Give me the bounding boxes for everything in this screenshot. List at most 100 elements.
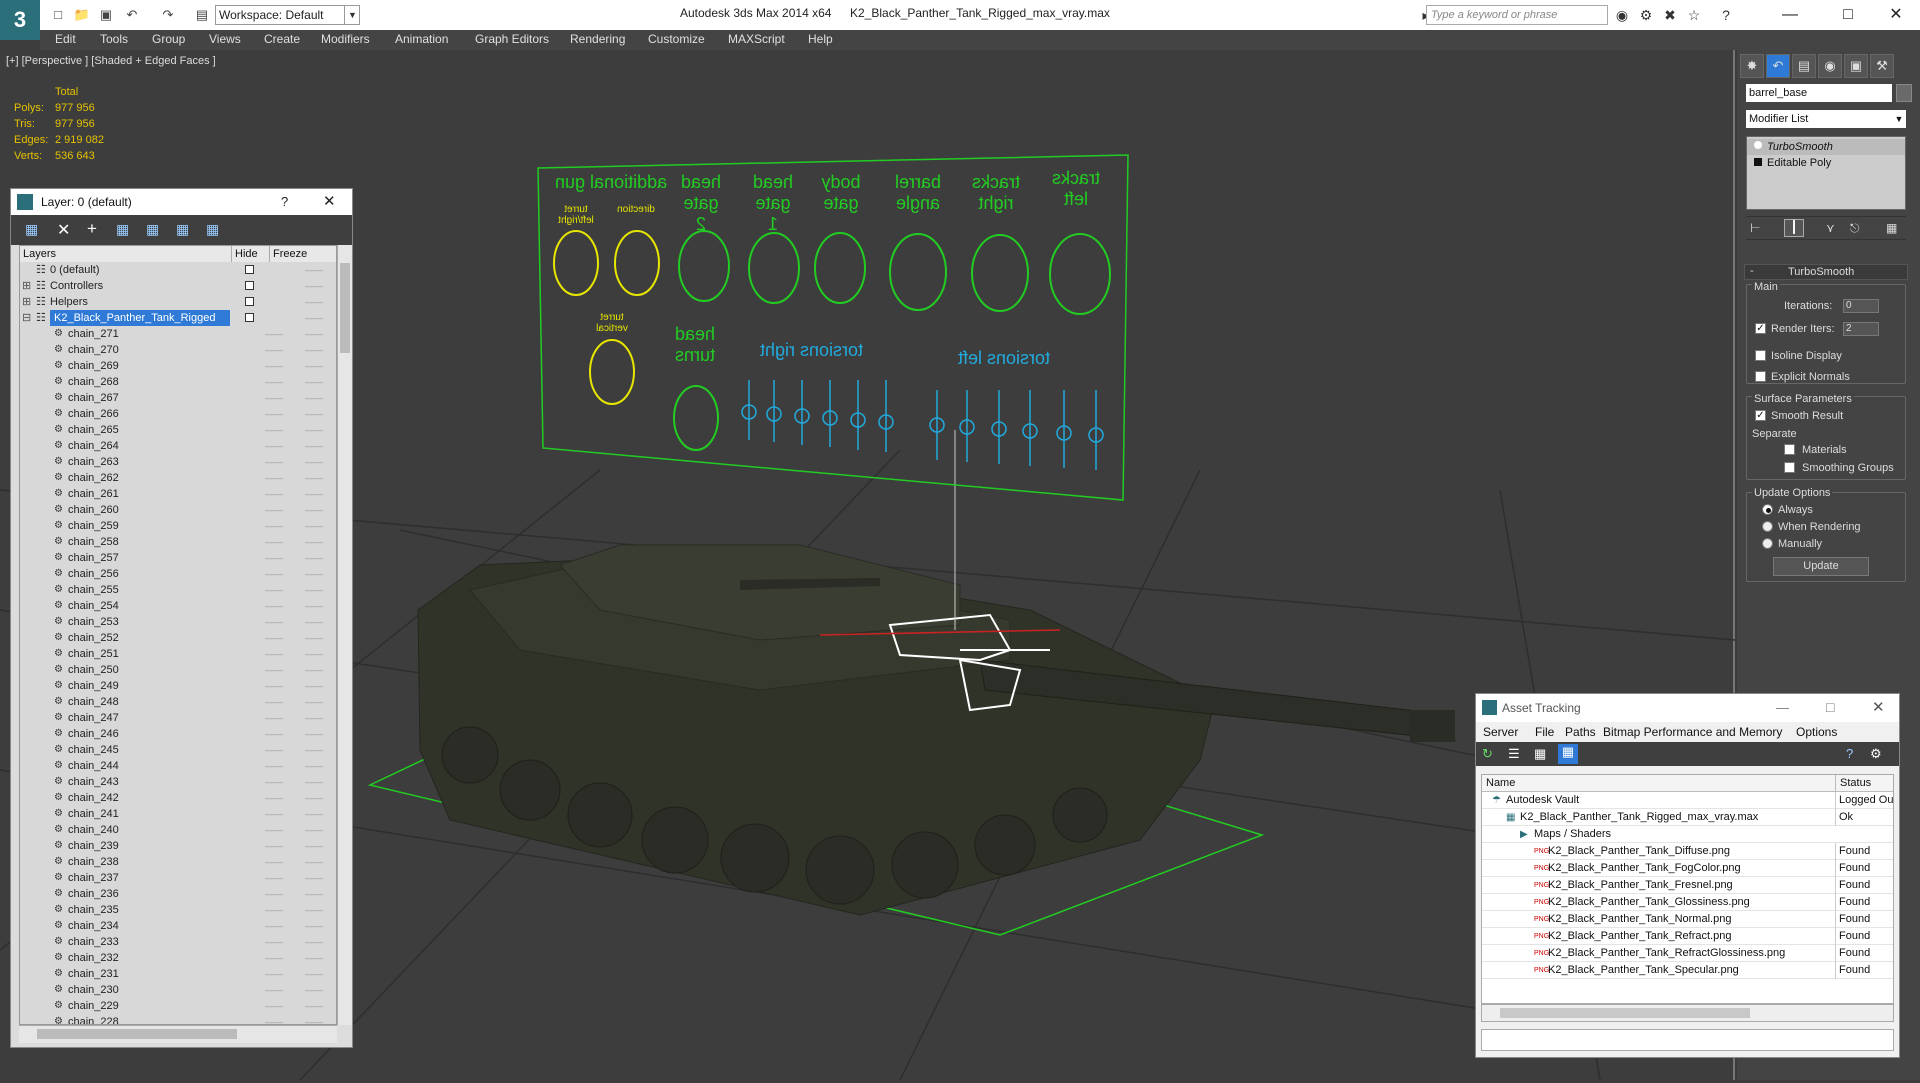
layer-row[interactable]: ⚙ chain_257 —— —— bbox=[20, 550, 336, 566]
hide-toggle[interactable]: —— bbox=[265, 934, 283, 950]
render-iters-spinner[interactable]: 2 bbox=[1843, 322, 1879, 336]
freeze-toggle[interactable]: —— bbox=[305, 374, 323, 390]
object-color-swatch[interactable] bbox=[1896, 84, 1912, 102]
hide-toggle[interactable]: —— bbox=[265, 790, 283, 806]
layer-name[interactable]: Controllers bbox=[50, 278, 103, 294]
layer-row[interactable]: ⚙ chain_237 —— —— bbox=[20, 870, 336, 886]
object-name[interactable]: chain_238 bbox=[68, 854, 119, 870]
freeze-toggle[interactable]: —— bbox=[305, 438, 323, 454]
layer-row[interactable]: ⊟ ☷ K2_Black_Panther_Tank_Rigged —— bbox=[20, 310, 336, 326]
layer-row[interactable]: ⚙ chain_269 —— —— bbox=[20, 358, 336, 374]
show-end-result-icon[interactable]: ┃ bbox=[1784, 219, 1804, 237]
hide-toggle[interactable]: —— bbox=[265, 470, 283, 486]
stack-item-editable-poly[interactable]: Editable Poly bbox=[1747, 155, 1905, 171]
freeze-toggle[interactable]: —— bbox=[305, 726, 323, 742]
object-name[interactable]: chain_236 bbox=[68, 886, 119, 902]
display-tab-icon[interactable]: ▣ bbox=[1844, 54, 1868, 78]
object-name[interactable]: chain_245 bbox=[68, 742, 119, 758]
freeze-toggle[interactable]: —— bbox=[305, 870, 323, 886]
asset-help-icon[interactable]: ? bbox=[1846, 746, 1853, 761]
delete-layer-icon[interactable]: ✕ bbox=[57, 220, 70, 240]
object-name[interactable]: chain_261 bbox=[68, 486, 119, 502]
freeze-toggle[interactable]: —— bbox=[305, 582, 323, 598]
freeze-toggle[interactable]: —— bbox=[305, 790, 323, 806]
asset-name[interactable]: K2_Black_Panther_Tank_Glossiness.png bbox=[1548, 894, 1750, 911]
redo-icon[interactable]: ↷ bbox=[158, 6, 178, 24]
object-name[interactable]: chain_256 bbox=[68, 566, 119, 582]
asset-tracking-title[interactable]: Asset Tracking bbox=[1476, 694, 1899, 722]
column-hide[interactable]: Hide bbox=[232, 246, 270, 262]
layer-name[interactable]: 0 (default) bbox=[50, 262, 100, 278]
layer-row[interactable]: ⚙ chain_256 —— —— bbox=[20, 566, 336, 582]
motion-tab-icon[interactable]: ◉ bbox=[1818, 54, 1842, 78]
object-name[interactable]: chain_269 bbox=[68, 358, 119, 374]
freeze-toggle[interactable]: —— bbox=[305, 486, 323, 502]
hide-toggle[interactable]: —— bbox=[265, 550, 283, 566]
layer-horizontal-scrollbar[interactable] bbox=[19, 1025, 337, 1043]
layer-row[interactable]: ⚙ chain_261 —— —— bbox=[20, 486, 336, 502]
object-name[interactable]: chain_271 bbox=[68, 326, 119, 342]
asset-row[interactable]: PNG K2_Black_Panther_Tank_RefractGlossine… bbox=[1482, 945, 1893, 962]
list-view-icon[interactable]: ☰ bbox=[1508, 746, 1520, 762]
modifier-list-dropdown[interactable]: Modifier List bbox=[1746, 110, 1906, 128]
asset-minimize-button[interactable]: — bbox=[1776, 700, 1789, 715]
rollout-minus-icon[interactable]: - bbox=[1750, 265, 1754, 277]
layer-row[interactable]: ☷ 0 (default) —— bbox=[20, 262, 336, 278]
freeze-toggle[interactable]: —— bbox=[305, 886, 323, 902]
asset-row[interactable]: ▦ K2_Black_Panther_Tank_Rigged_max_vray.m… bbox=[1482, 809, 1893, 826]
freeze-toggle[interactable]: —— bbox=[305, 998, 323, 1014]
menu-maxscript[interactable]: MAXScript bbox=[728, 32, 785, 46]
hide-toggle[interactable]: —— bbox=[265, 486, 283, 502]
hide-toggle[interactable]: —— bbox=[265, 518, 283, 534]
freeze-toggle[interactable]: —— bbox=[305, 774, 323, 790]
freeze-toggle[interactable]: —— bbox=[305, 534, 323, 550]
freeze-toggle[interactable]: —— bbox=[305, 1014, 323, 1024]
object-name[interactable]: chain_251 bbox=[68, 646, 119, 662]
layer-row[interactable]: ⚙ chain_236 —— —— bbox=[20, 886, 336, 902]
manually-radio[interactable] bbox=[1762, 538, 1773, 549]
menu-group[interactable]: Group bbox=[152, 32, 185, 46]
save-icon[interactable]: ▣ bbox=[96, 6, 116, 24]
expand-icon[interactable]: ⊟ bbox=[22, 310, 31, 326]
layer-row[interactable]: ⚙ chain_231 —— —— bbox=[20, 966, 336, 982]
hide-toggle[interactable]: —— bbox=[265, 678, 283, 694]
freeze-toggle[interactable]: —— bbox=[305, 326, 323, 342]
freeze-toggle[interactable]: —— bbox=[305, 854, 323, 870]
asset-name[interactable]: K2_Black_Panther_Tank_FogColor.png bbox=[1548, 860, 1741, 877]
object-name[interactable]: chain_235 bbox=[68, 902, 119, 918]
layer-row[interactable]: ⚙ chain_260 —— —— bbox=[20, 502, 336, 518]
hide-toggle[interactable]: —— bbox=[265, 646, 283, 662]
object-name[interactable]: chain_266 bbox=[68, 406, 119, 422]
layer-row[interactable]: ⚙ chain_266 —— —— bbox=[20, 406, 336, 422]
layer-row[interactable]: ⚙ chain_245 —— —— bbox=[20, 742, 336, 758]
hide-toggle[interactable]: —— bbox=[265, 822, 283, 838]
freeze-toggle[interactable]: —— bbox=[305, 662, 323, 678]
object-name[interactable]: chain_232 bbox=[68, 950, 119, 966]
object-name[interactable]: chain_255 bbox=[68, 582, 119, 598]
asset-menu-paths[interactable]: Paths bbox=[1565, 725, 1596, 739]
select-objects-icon[interactable]: ▦ bbox=[116, 221, 129, 238]
layer-row[interactable]: ⚙ chain_244 —— —— bbox=[20, 758, 336, 774]
asset-name[interactable]: Autodesk Vault bbox=[1506, 792, 1579, 809]
hide-toggle[interactable]: —— bbox=[265, 742, 283, 758]
hide-toggle[interactable]: —— bbox=[265, 710, 283, 726]
hide-toggle[interactable] bbox=[245, 281, 254, 290]
iterations-spinner[interactable]: 0 bbox=[1843, 299, 1879, 313]
layer-panel-help-button[interactable]: ? bbox=[281, 194, 288, 209]
binoculars-icon[interactable]: ◉ bbox=[1612, 6, 1632, 24]
highlight-layer-icon[interactable]: ▦ bbox=[146, 221, 159, 238]
layer-panel-close-icon[interactable]: ✕ bbox=[323, 192, 336, 210]
object-name[interactable]: chain_239 bbox=[68, 838, 119, 854]
object-name[interactable]: chain_229 bbox=[68, 998, 119, 1014]
layer-row[interactable]: ⚙ chain_235 —— —— bbox=[20, 902, 336, 918]
expand-icon[interactable]: ⊞ bbox=[22, 294, 31, 310]
freeze-toggle[interactable]: —— bbox=[305, 278, 323, 294]
asset-row[interactable]: ☂ Autodesk Vault Logged Out bbox=[1482, 792, 1893, 809]
isoline-checkbox[interactable] bbox=[1755, 350, 1766, 361]
layer-row[interactable]: ⚙ chain_254 —— —— bbox=[20, 598, 336, 614]
hide-toggle[interactable]: —— bbox=[265, 534, 283, 550]
freeze-all-icon[interactable]: ▦ bbox=[206, 221, 219, 238]
column-status[interactable]: Status bbox=[1835, 775, 1893, 792]
object-name[interactable]: chain_237 bbox=[68, 870, 119, 886]
freeze-toggle[interactable]: —— bbox=[305, 822, 323, 838]
